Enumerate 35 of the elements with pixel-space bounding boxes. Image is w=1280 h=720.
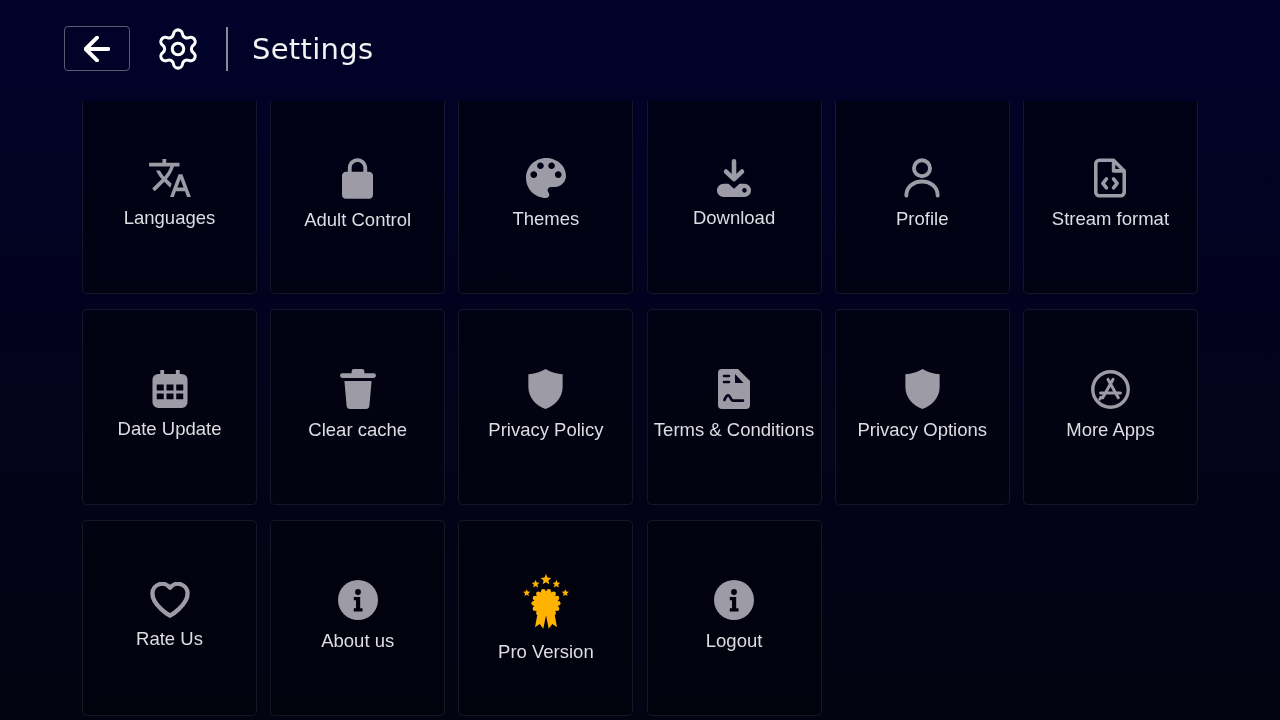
settings-tile[interactable]: Pro Version xyxy=(458,520,634,716)
back-button[interactable] xyxy=(64,26,130,71)
settings-tile[interactable]: Themes xyxy=(458,101,634,294)
settings-tile[interactable]: More Apps xyxy=(1022,309,1198,505)
settings-tile[interactable]: Rate Us xyxy=(82,520,257,716)
circled-a-icon xyxy=(1090,369,1130,409)
shield-icon xyxy=(527,369,565,409)
arrow-left-icon xyxy=(84,35,110,62)
settings-tile[interactable]: Languages xyxy=(82,101,257,294)
trash-icon xyxy=(339,369,376,409)
palette-icon xyxy=(525,158,566,198)
settings-tile[interactable]: Privacy Options xyxy=(834,309,1010,505)
medal-icon xyxy=(521,573,570,629)
info-icon xyxy=(337,580,378,620)
settings-tile[interactable]: Adult Control xyxy=(270,101,446,294)
download-icon xyxy=(716,159,753,197)
settings-tile[interactable]: Profile xyxy=(834,101,1010,294)
translate-icon xyxy=(148,159,191,197)
settings-tile[interactable]: Clear cache xyxy=(270,309,446,505)
settings-tile[interactable]: Privacy Policy xyxy=(458,309,634,505)
settings-tile[interactable]: Stream format xyxy=(1022,101,1198,294)
lock-icon xyxy=(342,157,374,199)
user-icon xyxy=(904,158,941,198)
heart-icon xyxy=(149,582,190,618)
settings-tile[interactable]: Download xyxy=(646,101,822,294)
info-icon xyxy=(714,580,755,620)
calendar-icon xyxy=(151,370,188,408)
settings-tile[interactable]: Logout xyxy=(646,520,822,716)
code-file-icon xyxy=(1094,158,1127,198)
settings-tile[interactable]: About us xyxy=(270,520,446,716)
document-icon xyxy=(718,369,751,409)
page-title: Settings xyxy=(252,31,374,66)
settings-tile[interactable]: Date Update xyxy=(82,309,257,505)
shield-icon xyxy=(903,369,941,409)
settings-tile[interactable]: Terms & Conditions xyxy=(646,309,822,505)
